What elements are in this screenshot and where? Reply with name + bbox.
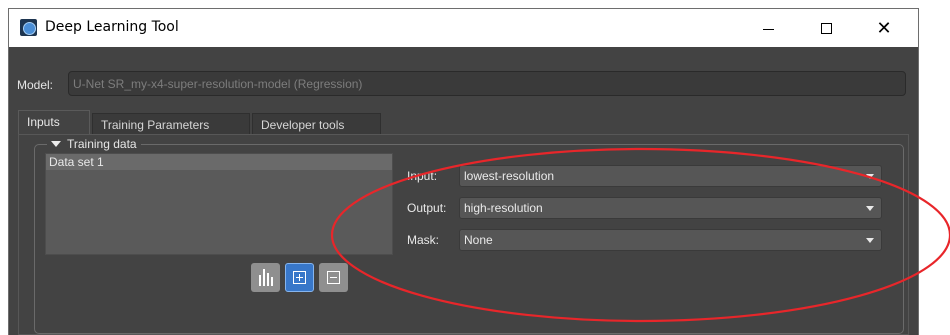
- output-select-value: high-resolution: [464, 201, 543, 215]
- minus-box-icon: [327, 271, 340, 284]
- dataset-list[interactable]: Data set 1: [45, 153, 393, 255]
- training-data-title: Training data: [67, 137, 137, 151]
- tab-panel-inputs: Training data Data set 1 Input: lowest-r…: [18, 134, 909, 335]
- minimize-icon: [762, 28, 774, 30]
- training-data-header[interactable]: Training data: [47, 137, 141, 151]
- dataset-statistics-button[interactable]: [251, 263, 280, 292]
- model-field[interactable]: U-Net SR_my-x4-super-resolution-model (R…: [68, 71, 906, 96]
- chevron-down-icon: [866, 206, 874, 211]
- tab-training-parameters[interactable]: Training Parameters: [92, 113, 250, 135]
- bar-chart-icon: [258, 269, 273, 286]
- tab-developer-tools[interactable]: Developer tools: [252, 113, 381, 135]
- chevron-down-icon: [866, 174, 874, 179]
- output-select[interactable]: high-resolution: [459, 197, 882, 219]
- dialog-body: Model: U-Net SR_my-x4-super-resolution-m…: [9, 47, 918, 335]
- chevron-down-icon: [866, 238, 874, 243]
- input-select-value: lowest-resolution: [464, 169, 555, 183]
- title-bar: Deep Learning Tool ✕: [9, 9, 918, 47]
- mask-label: Mask:: [407, 233, 440, 247]
- remove-dataset-button[interactable]: [319, 263, 348, 292]
- collapse-caret-icon[interactable]: [51, 141, 61, 147]
- maximize-button[interactable]: [803, 9, 849, 47]
- close-button[interactable]: ✕: [861, 9, 907, 47]
- maximize-icon: [820, 22, 832, 34]
- app-icon: [20, 19, 37, 36]
- minimize-button[interactable]: [745, 9, 791, 47]
- mask-select[interactable]: None: [459, 229, 882, 251]
- input-label: Input:: [407, 169, 438, 183]
- model-label: Model:: [17, 78, 54, 92]
- list-item[interactable]: Data set 1: [46, 154, 392, 170]
- window-title: Deep Learning Tool: [45, 19, 179, 35]
- tab-inputs[interactable]: Inputs: [18, 110, 90, 135]
- input-select[interactable]: lowest-resolution: [459, 165, 882, 187]
- app-window: Deep Learning Tool ✕ Model: U-Net SR_my-…: [8, 8, 919, 335]
- training-data-group: Training data Data set 1 Input: lowest-r…: [34, 137, 904, 334]
- mask-select-value: None: [464, 233, 493, 247]
- plus-box-icon: [293, 271, 306, 284]
- output-label: Output:: [407, 201, 447, 215]
- add-dataset-button[interactable]: [285, 263, 314, 292]
- close-icon: ✕: [876, 17, 892, 39]
